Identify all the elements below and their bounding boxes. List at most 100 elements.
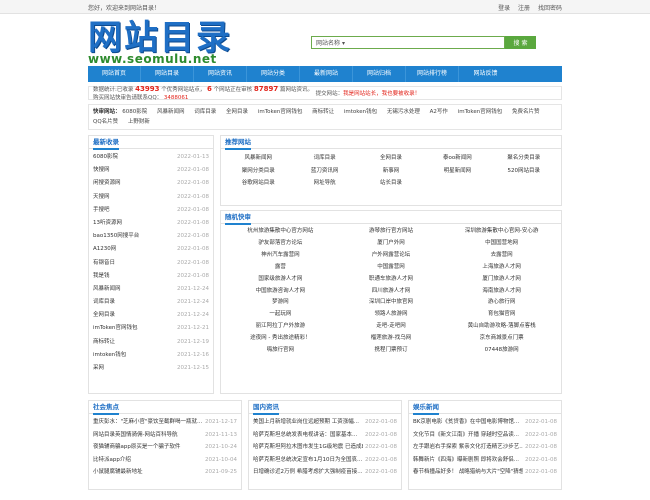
- random-site-link[interactable]: 领路人旅游网: [336, 309, 447, 321]
- recommend-link[interactable]: 谷歌网站目录: [225, 177, 291, 190]
- recent-site-name[interactable]: bao1350网搜平台: [93, 230, 139, 243]
- recommend-link[interactable]: 520网站目录: [491, 165, 557, 178]
- friend-link[interactable]: imtoken钱包: [344, 109, 377, 115]
- news-item-title[interactable]: 文化节目《新文江南》开播 穿越时空品读...: [413, 429, 523, 442]
- news-item-title[interactable]: 重庆彭水："芝麻小官"豪饮至截群喝一瓶就...: [93, 416, 203, 429]
- news-item[interactable]: 日增确诊近2万例 希腊考虑扩大强制疫苗接... 2022-01-08: [253, 466, 397, 479]
- random-site-link[interactable]: 走吧-走吧网: [336, 321, 447, 333]
- recommend-link[interactable]: 网址导航: [291, 177, 357, 190]
- news-item-title[interactable]: 日增确诊近2万例 希腊考虑扩大强制疫苗接...: [253, 466, 363, 479]
- login-link[interactable]: 登录: [498, 5, 510, 12]
- friend-link[interactable]: 词库目录: [194, 109, 216, 115]
- forgot-password-link[interactable]: 找回密码: [538, 5, 562, 12]
- random-site-link[interactable]: 中国国营地网: [446, 238, 557, 250]
- news-item[interactable]: 比特派app介绍 2021-10-04: [93, 454, 237, 467]
- news-item-title[interactable]: 网站目录英国情骑佣-网站百科导航: [93, 429, 203, 442]
- nav-item-feedback[interactable]: 网站反馈: [459, 66, 512, 82]
- random-site-link[interactable]: 户外网露营论坛: [336, 250, 447, 262]
- random-site-link[interactable]: 游琴旅行官方网站: [336, 226, 447, 238]
- recent-site-name[interactable]: 天搜网: [93, 191, 110, 204]
- nav-item-archive[interactable]: 网站归档: [353, 66, 406, 82]
- list-item[interactable]: 6080影院 2022-01-13: [93, 151, 209, 164]
- random-site-link[interactable]: 中国旅游咨询人才网: [225, 286, 336, 298]
- random-site-link[interactable]: 深圳旅游集散中心官网-安心游: [446, 226, 557, 238]
- news-item-title[interactable]: 美国上月新增就业岗位远超预期 工资涨幅...: [253, 416, 363, 429]
- random-site-link[interactable]: 海南旅游人才网: [446, 286, 557, 298]
- random-site-link[interactable]: 嗨旅行官网: [225, 345, 336, 357]
- search-button[interactable]: 搜 索: [505, 36, 536, 49]
- recent-site-name[interactable]: 采网: [93, 362, 104, 375]
- recommend-link[interactable]: 泰oo新闻网: [424, 152, 490, 165]
- random-site-link[interactable]: 露营: [225, 262, 336, 274]
- news-item-title[interactable]: 韩舞新片《四海》曝新剧照 即将欢会舒侣...: [413, 454, 523, 467]
- recent-site-name[interactable]: 有钢音日: [93, 257, 115, 270]
- friend-link[interactable]: 风暴新闻网: [157, 109, 185, 115]
- recent-site-name[interactable]: 商标转让: [93, 336, 115, 349]
- search-input[interactable]: 网站名称 ▾: [311, 36, 505, 49]
- search-type-select[interactable]: 网站名称 ▾: [316, 38, 345, 47]
- recommend-link[interactable]: 聚名分类目录: [491, 152, 557, 165]
- news-item-title[interactable]: 哈萨克斯坦总统发表电视讲话：国家基本...: [253, 429, 363, 442]
- news-item[interactable]: 小鼠腿腐辅最新地址 2021-09-25: [93, 466, 237, 479]
- nav-item-articles[interactable]: 网站资讯: [194, 66, 247, 82]
- news-item-title[interactable]: 哈萨克斯坦阿拉木图市发生1G级地震 已造成8人受伤: [253, 441, 363, 454]
- recent-site-name[interactable]: 手搜吧: [93, 204, 110, 217]
- random-site-link[interactable]: 国家级旅游人才网: [225, 274, 336, 286]
- random-site-link[interactable]: 厦门旅游人才网: [446, 274, 557, 286]
- random-site-link[interactable]: 游心旅行网: [446, 297, 557, 309]
- nav-item-categories[interactable]: 网站分类: [247, 66, 300, 82]
- list-item[interactable]: 13听资源网 2022-01-08: [93, 217, 209, 230]
- recommend-link[interactable]: 全网目录: [358, 152, 424, 165]
- friend-link[interactable]: 免费名片赞: [512, 109, 540, 115]
- random-site-link[interactable]: 育包猫官网: [446, 309, 557, 321]
- recommend-link[interactable]: 站长目录: [358, 177, 424, 190]
- list-item[interactable]: 闲搜资源网 2022-01-08: [93, 177, 209, 190]
- list-item[interactable]: 词库目录 2021-12-24: [93, 296, 209, 309]
- list-item[interactable]: imToken官网钱包 2021-12-21: [93, 322, 209, 335]
- list-item[interactable]: 商标转让 2021-12-19: [93, 336, 209, 349]
- news-item-title[interactable]: BK京剧电影《贫贷香》在中国电影博物馆...: [413, 416, 523, 429]
- list-item[interactable]: bao1350网搜平台 2022-01-08: [93, 230, 209, 243]
- random-site-link[interactable]: 去露营网: [446, 250, 557, 262]
- news-item-title[interactable]: 夜猫辅商骗app原买是一个骗子软件: [93, 441, 203, 454]
- news-item[interactable]: 哈萨克斯坦阿拉木图市发生1G级地震 已造成8人受伤2022-01-08: [253, 441, 397, 454]
- list-item[interactable]: 手搜吧 2022-01-08: [93, 204, 209, 217]
- list-item[interactable]: 天搜网 2022-01-08: [93, 191, 209, 204]
- nav-item-home[interactable]: 网站首页: [88, 66, 141, 82]
- random-site-link[interactable]: 榴莲旅游-找乌网: [336, 333, 447, 345]
- news-item-title[interactable]: 左手跟岩右手探索 紫亲文化打造精艺沙步艺...: [413, 441, 523, 454]
- random-site-link[interactable]: 途夜网 - 秀出旅途精彩！: [225, 333, 336, 345]
- random-site-link[interactable]: 一起玩网: [225, 309, 336, 321]
- recent-site-name[interactable]: 词库目录: [93, 296, 115, 309]
- news-item-title[interactable]: 小鼠腿腐辅最新地址: [93, 466, 203, 479]
- list-item[interactable]: 我是钱 2022-01-08: [93, 270, 209, 283]
- recent-site-name[interactable]: 6080影院: [93, 151, 118, 164]
- recommend-link[interactable]: 风暴新闻网: [225, 152, 291, 165]
- recommend-link[interactable]: 明星新闻网: [424, 165, 490, 178]
- recent-site-name[interactable]: 风暴新闻网: [93, 283, 121, 296]
- news-item[interactable]: 网站目录英国情骑佣-网站百科导航 2021-11-13: [93, 429, 237, 442]
- random-site-link[interactable]: 深圳口岸中旅官网: [336, 297, 447, 309]
- friend-link[interactable]: imToken官网钱包: [458, 109, 503, 115]
- recent-site-name[interactable]: A1230网: [93, 243, 116, 256]
- list-item[interactable]: 有钢音日 2022-01-08: [93, 257, 209, 270]
- friend-link[interactable]: QQ名片赞: [93, 119, 118, 125]
- news-item-title[interactable]: 比特派app介绍: [93, 454, 203, 467]
- recommend-link[interactable]: 蓝刀资讯网: [291, 165, 357, 178]
- news-item[interactable]: 哈萨克斯坦总统决定宣布1月10日为全国哀... 2022-01-08: [253, 454, 397, 467]
- list-item[interactable]: 采网 2021-12-15: [93, 362, 209, 375]
- list-item[interactable]: 全网目录 2021-12-24: [93, 309, 209, 322]
- random-site-link[interactable]: 职通车旅游人才网: [336, 274, 447, 286]
- news-item-title[interactable]: 哈萨克斯坦总统决定宣布1月10日为全国哀...: [253, 454, 363, 467]
- recent-site-name[interactable]: 我是钱: [93, 270, 110, 283]
- random-site-link[interactable]: 驴友部落官方论坛: [225, 238, 336, 250]
- friend-link[interactable]: 上野财新: [128, 119, 150, 125]
- recent-site-name[interactable]: 快搜网: [93, 164, 110, 177]
- register-link[interactable]: 注册: [518, 5, 530, 12]
- friend-link[interactable]: A2写作: [430, 109, 448, 115]
- random-site-link[interactable]: 中国露营网: [336, 262, 447, 274]
- news-item[interactable]: 夜猫辅商骗app原买是一个骗子软件 2021-10-24: [93, 441, 237, 454]
- submit-site-link[interactable]: 我是网站站长，我也要被收录！: [343, 91, 420, 97]
- random-site-link[interactable]: 京东商城景点门票: [446, 333, 557, 345]
- friend-link[interactable]: 无锡污水处理: [387, 109, 420, 115]
